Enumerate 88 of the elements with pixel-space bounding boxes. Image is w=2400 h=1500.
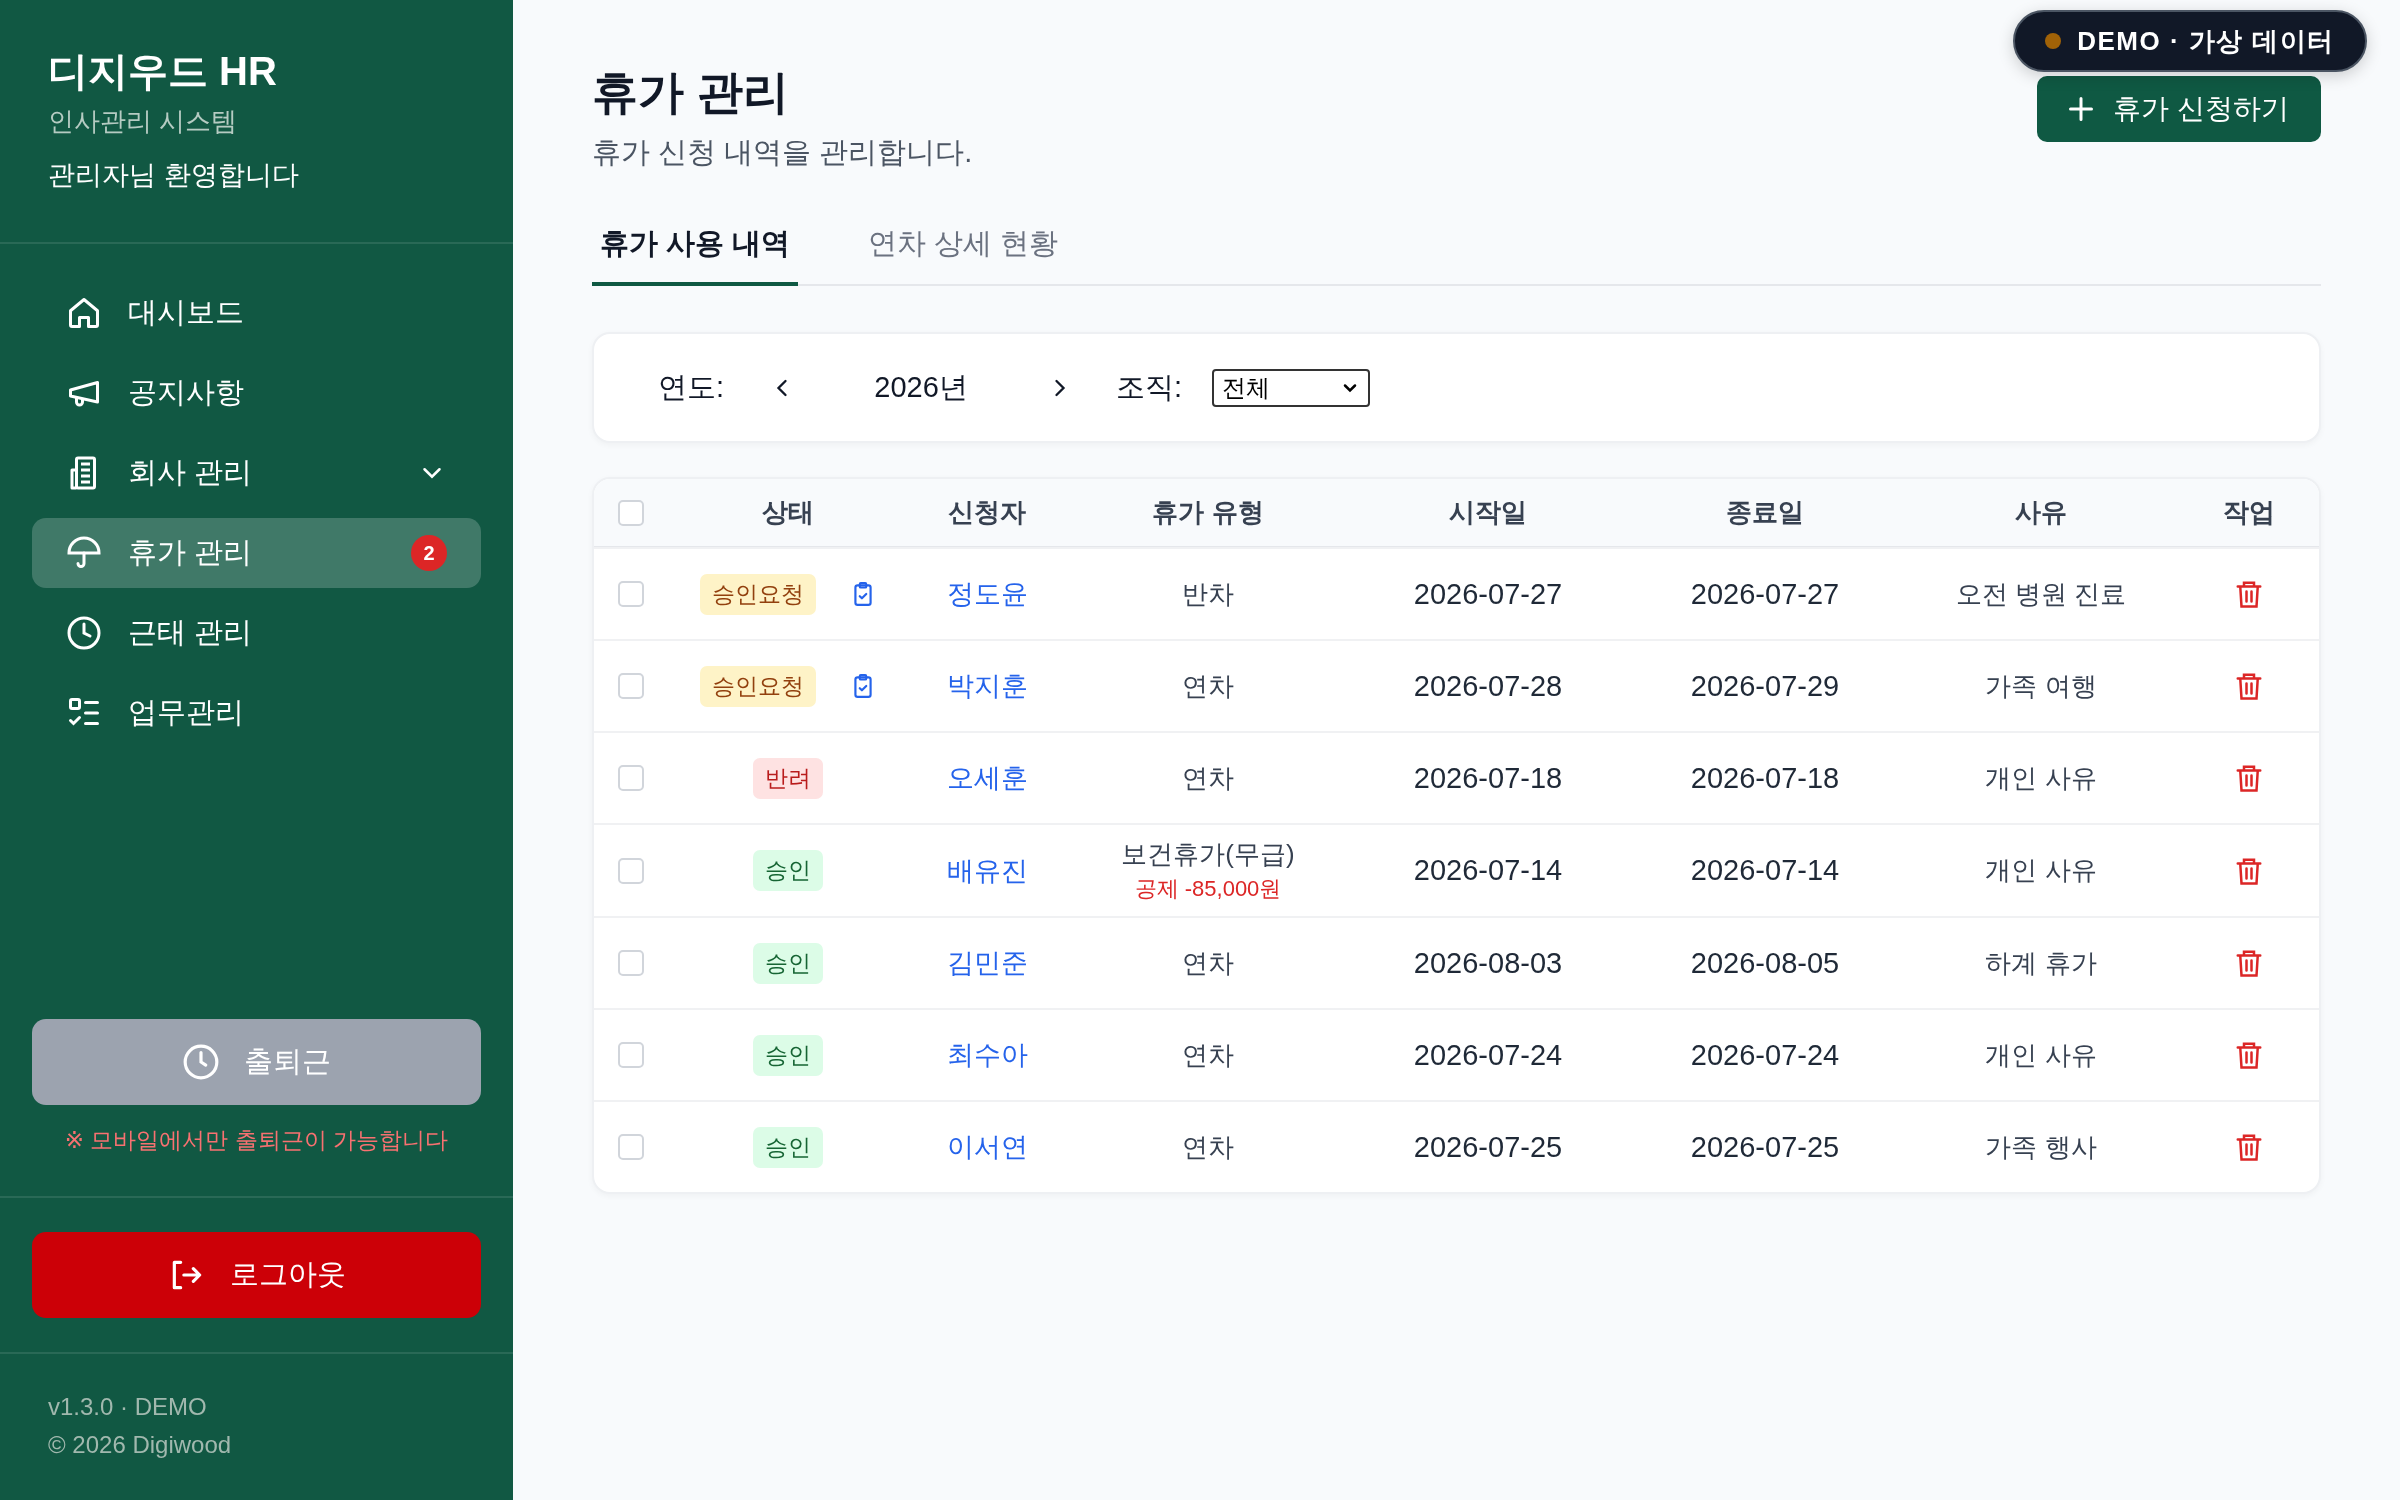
plus-icon	[2069, 97, 2094, 121]
brand-subtitle: 인사관리 시스템	[48, 105, 239, 138]
reason-text: 오전 병원 진료	[1955, 577, 2127, 611]
start-date: 2026-08-03	[1413, 946, 1563, 980]
status-badge: 승인요청	[700, 665, 816, 707]
nav-item[interactable]: 휴가 관리 2	[32, 518, 481, 588]
year-label: 연도:	[658, 369, 725, 405]
end-date: 2026-08-05	[1690, 946, 1840, 980]
status-badge: 승인	[753, 850, 823, 891]
leave-type: 보건휴가(무급)	[1121, 838, 1295, 871]
end-date: 2026-07-18	[1690, 761, 1840, 795]
applicant-link[interactable]: 배유진	[946, 852, 1028, 889]
org-label: 조직:	[1116, 369, 1183, 405]
row-checkbox[interactable]	[618, 673, 644, 699]
applicant-link[interactable]: 오세훈	[946, 760, 1028, 796]
start-date: 2026-07-14	[1413, 854, 1563, 887]
applicant-link[interactable]: 박지훈	[946, 668, 1028, 704]
column-header: 작업	[2222, 496, 2275, 529]
applicant-link[interactable]: 이서연	[946, 1129, 1028, 1165]
row-checkbox[interactable]	[618, 581, 644, 607]
select-all-checkbox[interactable]	[618, 499, 644, 526]
home-icon	[66, 295, 102, 331]
leave-type: 연차	[1182, 1038, 1234, 1072]
reason-text: 개인 사유	[1985, 854, 2097, 887]
reason-text: 하계 휴가	[1985, 946, 2097, 980]
page-title: 휴가 관리	[592, 65, 790, 120]
start-date: 2026-07-27	[1413, 577, 1563, 611]
applicant-link[interactable]: 김민준	[946, 945, 1028, 981]
column-header: 사유	[2015, 496, 2067, 529]
brand-title: 디지우드 HR	[48, 48, 278, 94]
column-header: 신청자	[948, 496, 1026, 529]
demo-badge-text: DEMO · 가상 데이터	[2077, 24, 2335, 58]
nav-item[interactable]: 회사 관리	[32, 438, 481, 508]
leave-type: 연차	[1182, 669, 1234, 703]
status-badge: 승인	[753, 1034, 823, 1076]
applicant-link[interactable]: 최수아	[946, 1037, 1028, 1073]
status-badge: 승인요청	[700, 573, 816, 615]
row-checkbox[interactable]	[618, 1042, 644, 1068]
column-header: 종료일	[1726, 496, 1804, 529]
status-badge: 승인	[753, 942, 823, 984]
row-checkbox[interactable]	[618, 1134, 644, 1160]
nav-item[interactable]: 공지사항	[32, 358, 481, 428]
reason-text: 가족 행사	[1985, 1130, 2097, 1164]
nav-item[interactable]: 업무관리	[32, 678, 481, 748]
start-date: 2026-07-28	[1413, 669, 1563, 703]
welcome-text: 관리자님 환영합니다	[48, 159, 300, 192]
tab[interactable]: 연차 상세 현황	[860, 200, 1067, 286]
leave-type: 연차	[1182, 946, 1234, 980]
tab[interactable]: 휴가 사용 내역	[592, 200, 799, 286]
page-subtitle: 휴가 신청 내역을 관리합니다.	[592, 135, 973, 170]
new-leave-button[interactable]: 휴가 신청하기	[2037, 76, 2321, 142]
reason-text: 개인 사유	[1985, 1038, 2097, 1072]
leave-type: 연차	[1182, 761, 1234, 795]
leave-type: 연차	[1182, 1130, 1234, 1164]
end-date: 2026-07-27	[1690, 577, 1840, 611]
footer-text: © 2026 Digiwood	[48, 1430, 233, 1460]
row-checkbox[interactable]	[618, 950, 644, 976]
row-checkbox[interactable]	[618, 765, 644, 791]
attendance-note: ※ 모바일에서만 출퇴근이 가능합니다	[63, 1126, 450, 1155]
footer-text: v1.3.0 · DEMO	[48, 1392, 208, 1422]
nav-item[interactable]: 대시보드	[32, 278, 481, 348]
end-date: 2026-07-25	[1690, 1130, 1840, 1164]
status-dot-icon	[2045, 33, 2062, 49]
start-date: 2026-07-25	[1413, 1130, 1563, 1164]
year-value: 2026년	[873, 369, 969, 405]
reason-text: 가족 여행	[1985, 669, 2097, 703]
column-header: 상태	[762, 496, 814, 529]
column-header: 시작일	[1449, 496, 1527, 529]
applicant-link[interactable]: 정도윤	[946, 576, 1028, 612]
clock-icon	[182, 1043, 220, 1081]
column-header: 휴가 유형	[1152, 496, 1264, 529]
status-badge: 반려	[753, 757, 823, 799]
leave-type: 반차	[1182, 577, 1234, 611]
reason-text: 개인 사유	[1985, 761, 2097, 795]
umbrella-icon	[66, 535, 102, 571]
end-date: 2026-07-24	[1690, 1038, 1840, 1072]
org-select[interactable]: 전체	[1212, 368, 1371, 407]
logout-button[interactable]: 로그아웃	[32, 1232, 481, 1318]
row-checkbox[interactable]	[618, 857, 644, 884]
start-date: 2026-07-24	[1413, 1038, 1563, 1072]
nav-item[interactable]: 근태 관리	[32, 598, 481, 668]
status-badge: 승인	[753, 1126, 823, 1168]
deduction-text: 공제 -85,000원	[1134, 875, 1282, 903]
count-badge: 2	[411, 535, 447, 571]
clock-icon	[66, 615, 102, 651]
start-date: 2026-07-18	[1413, 761, 1563, 795]
end-date: 2026-07-29	[1690, 669, 1840, 703]
end-date: 2026-07-14	[1690, 854, 1840, 887]
